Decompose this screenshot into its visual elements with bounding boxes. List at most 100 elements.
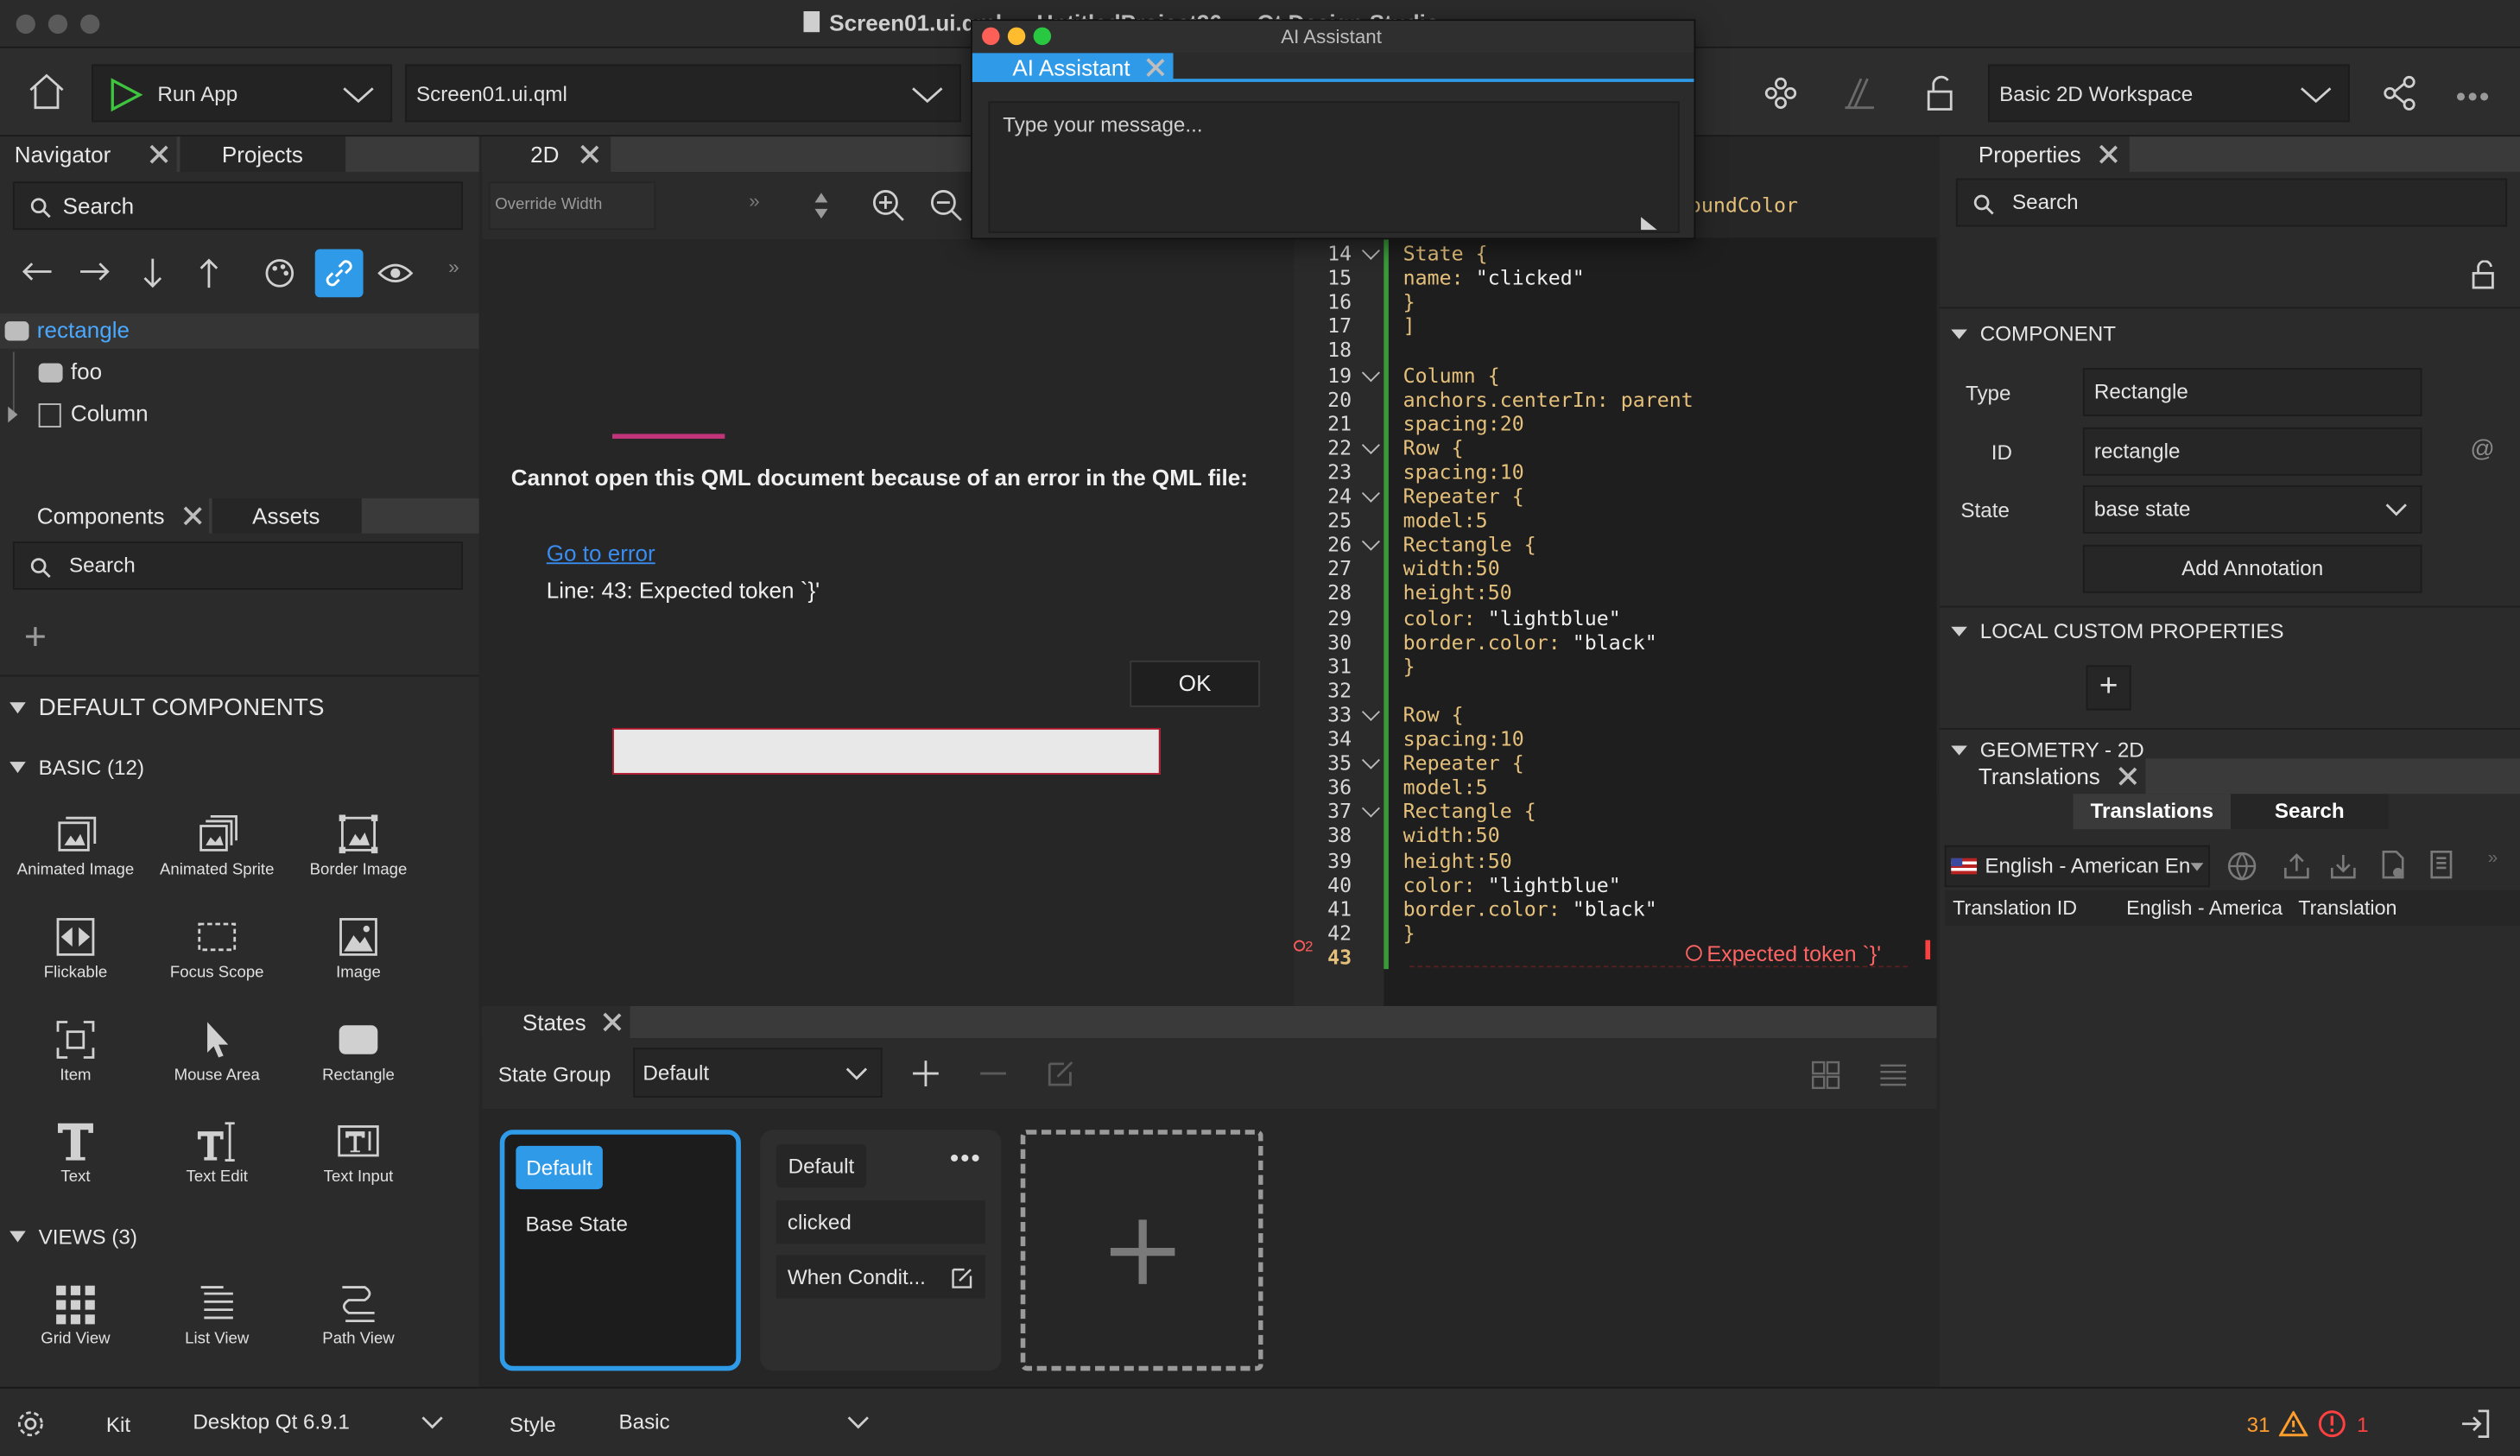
tree-item-foo[interactable]: foo <box>0 355 479 390</box>
code-line[interactable]: model:5 <box>1403 775 1488 799</box>
tab-states[interactable]: States <box>482 1005 630 1039</box>
arrow-right-icon[interactable] <box>77 259 112 285</box>
edit-icon[interactable] <box>952 1266 974 1288</box>
tab-components[interactable]: Components <box>0 497 209 534</box>
tree-item-column[interactable]: Column <box>0 397 479 433</box>
add-state-group-icon[interactable] <box>909 1057 941 1089</box>
home-icon[interactable] <box>26 73 67 111</box>
code-line[interactable]: model:5 <box>1403 508 1488 532</box>
component-item[interactable]: Item <box>5 1012 147 1085</box>
unlock-icon[interactable] <box>1924 74 1956 113</box>
line-number[interactable]: 37 <box>1294 799 1352 823</box>
component-focus-scope[interactable]: Focus Scope <box>146 909 288 982</box>
close-icon[interactable] <box>181 504 204 527</box>
code-line[interactable]: Repeater { <box>1403 750 1524 775</box>
base-state-card[interactable]: Default Base State <box>499 1130 741 1371</box>
component-rectangle[interactable]: Rectangle <box>288 1012 429 1085</box>
close-window-button[interactable] <box>16 14 35 35</box>
component-mouse-area[interactable]: Mouse Area <box>146 1012 288 1085</box>
code-line[interactable]: spacing:20 <box>1403 411 1524 435</box>
kit-dropdown[interactable]: Desktop Qt 6.9.1 <box>176 1397 459 1447</box>
tab-properties[interactable]: Properties <box>1940 136 2130 173</box>
code-line[interactable]: ] <box>1403 313 1415 338</box>
code-line[interactable]: Column { <box>1403 363 1500 387</box>
component-animated-image[interactable]: Animated Image <box>5 807 147 879</box>
list-view-toggle-icon[interactable] <box>1877 1059 1909 1091</box>
zoom-window-button[interactable] <box>80 14 100 35</box>
overflow-chevron-icon[interactable]: » <box>2488 849 2498 868</box>
line-number[interactable]: 23 <box>1294 459 1352 484</box>
component-list-view[interactable]: List View <box>146 1276 288 1348</box>
code-line[interactable]: height:50 <box>1403 581 1512 605</box>
add-state-button[interactable] <box>1020 1130 1263 1371</box>
line-number[interactable]: 35 <box>1294 750 1352 775</box>
export-icon[interactable] <box>2281 850 2313 882</box>
code-line[interactable]: } <box>1403 289 1415 313</box>
add-property-button[interactable]: + <box>2086 665 2131 711</box>
code-line[interactable]: height:50 <box>1403 848 1512 872</box>
tab-navigator[interactable]: Navigator <box>0 136 177 173</box>
code-line[interactable]: Rectangle { <box>1403 532 1536 556</box>
geometry-section-header[interactable]: GEOMETRY - 2D <box>1951 737 2144 758</box>
default-components-header[interactable]: DEFAULT COMPONENTS <box>9 694 325 722</box>
close-icon[interactable] <box>148 143 170 166</box>
when-condition-field[interactable]: When Condit... <box>776 1255 985 1299</box>
send-icon[interactable] <box>1639 215 1658 231</box>
arrow-down-icon[interactable] <box>140 256 166 291</box>
tab-projects[interactable]: Projects <box>180 136 346 173</box>
state-name-field[interactable]: clicked <box>776 1200 985 1244</box>
line-number[interactable]: 32 <box>1294 678 1352 702</box>
column-header-translation[interactable]: Translation <box>2298 890 2397 926</box>
properties-search-input[interactable]: Search <box>1955 178 2508 227</box>
line-number[interactable]: 25 <box>1294 508 1352 532</box>
document-check-icon[interactable] <box>2378 849 2407 881</box>
local-custom-properties-header[interactable]: LOCAL CUSTOM PROPERTIES <box>1951 618 2284 643</box>
settings-gear-icon[interactable] <box>16 1409 45 1438</box>
code-editor[interactable]: 14 State {15 name: "clicked" 16} 17] 18 19 Colu… <box>1294 237 1937 1006</box>
state-menu-icon[interactable]: ••• <box>950 1146 982 1174</box>
tab-translations[interactable]: Translations <box>1940 758 2146 794</box>
code-line[interactable]: color: "lightblue" <box>1403 605 1621 630</box>
import-icon[interactable] <box>2327 850 2359 882</box>
code-line[interactable]: width:50 <box>1403 824 1500 848</box>
line-number[interactable]: 40 <box>1294 872 1352 896</box>
component-image[interactable]: Image <box>288 909 429 982</box>
zoom-window-button[interactable] <box>1033 27 1052 46</box>
component-path-view[interactable]: Path View <box>288 1276 429 1348</box>
share-icon[interactable] <box>2382 75 2417 111</box>
line-number[interactable]: 17 <box>1294 313 1352 338</box>
code-line[interactable]: Row { <box>1403 435 1464 459</box>
component-flickable[interactable]: Flickable <box>5 909 147 982</box>
alias-export-icon[interactable]: @ <box>2470 435 2494 463</box>
type-field[interactable]: Rectangle <box>2082 368 2422 416</box>
close-window-button[interactable] <box>982 27 1000 46</box>
edit-annotation-icon[interactable] <box>1842 75 1877 111</box>
code-line[interactable]: spacing:10 <box>1403 726 1524 750</box>
line-number[interactable]: 27 <box>1294 556 1352 580</box>
code-line[interactable]: Rectangle { <box>1403 799 1536 823</box>
palette-icon[interactable] <box>262 256 297 291</box>
line-number[interactable]: 24 <box>1294 484 1352 508</box>
navigator-search-input[interactable]: Search <box>12 181 463 231</box>
minimize-window-button[interactable] <box>47 14 68 35</box>
editor-2d-canvas[interactable]: Cannot open this QML document because of… <box>482 239 1295 1006</box>
line-number[interactable]: 39 <box>1294 848 1352 872</box>
grid-view-toggle-icon[interactable] <box>1809 1059 1841 1091</box>
link-icon[interactable] <box>314 249 364 298</box>
code-line[interactable]: border.color: "black" <box>1403 630 1657 654</box>
column-header-language[interactable]: English - America <box>2126 890 2283 926</box>
code-line[interactable]: spacing:10 <box>1403 459 1524 484</box>
component-grid-view[interactable]: Grid View <box>5 1276 147 1348</box>
line-number[interactable]: 41 <box>1294 896 1352 921</box>
zoom-out-icon[interactable] <box>929 188 965 224</box>
ai-message-input[interactable]: Type your message... <box>988 101 1680 233</box>
line-number[interactable]: 30 <box>1294 630 1352 654</box>
expand-arrow-icon[interactable] <box>8 406 18 423</box>
chevron-down-icon[interactable] <box>2298 85 2333 104</box>
chevron-down-icon[interactable] <box>909 85 945 104</box>
components-search-input[interactable]: Search <box>12 541 463 590</box>
ok-button[interactable]: OK <box>1130 660 1261 707</box>
line-number[interactable]: 19 <box>1294 363 1352 387</box>
style-dropdown[interactable]: Basic <box>603 1398 884 1447</box>
line-number[interactable]: 18 <box>1294 339 1352 363</box>
